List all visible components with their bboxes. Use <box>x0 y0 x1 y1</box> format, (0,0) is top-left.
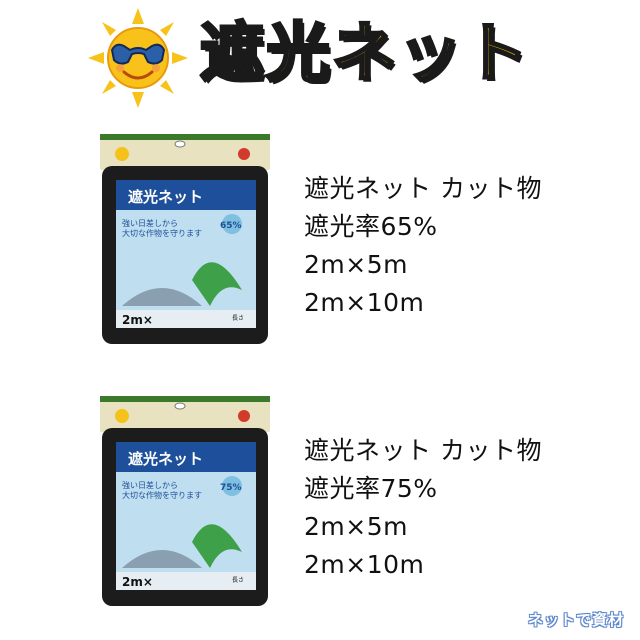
sun-with-sunglasses-icon <box>88 8 188 108</box>
package-tagline-1: 強い日差しから <box>122 218 178 228</box>
product-package-image: 遮光ネット 強い日差しから 大切な作物を守ります 65% 2m× 長さ <box>100 134 270 344</box>
size-option: 2m×10m <box>304 550 425 579</box>
size-option: 2m×5m <box>304 512 408 541</box>
product-card-75: 遮光ネット 強い日差しから 大切な作物を守ります 75% 2m× 長さ 遮光ネッ… <box>0 392 640 612</box>
package-size-label: 2m× <box>122 313 153 327</box>
package-tagline-1: 強い日差しから <box>122 480 178 490</box>
product-info: 遮光ネット カット物 遮光率75% 2m×5m 2m×10m <box>304 432 634 584</box>
package-tagline-2: 大切な作物を守ります <box>122 228 202 238</box>
shade-rate: 遮光率75% <box>304 474 438 503</box>
package-length-label: 長さ <box>232 315 244 322</box>
product-card-65: 遮光ネット 強い日差しから 大切な作物を守ります 65% 2m× 長さ 遮光ネッ… <box>0 130 640 350</box>
product-info: 遮光ネット カット物 遮光率65% 2m×5m 2m×10m <box>304 170 634 322</box>
watermark: ネットで資材 <box>527 611 624 629</box>
package-size-label: 2m× <box>122 575 153 589</box>
shade-rate: 遮光率65% <box>304 212 438 241</box>
package-rate: 65% <box>220 221 242 231</box>
package-tagline-2: 大切な作物を守ります <box>122 490 202 500</box>
header: 遮光ネット <box>0 0 640 110</box>
package-rate: 75% <box>220 483 242 493</box>
product-name: 遮光ネット カット物 <box>304 174 542 203</box>
package-length-label: 長さ <box>232 577 244 584</box>
product-package-image: 遮光ネット 強い日差しから 大切な作物を守ります 75% 2m× 長さ <box>100 396 270 606</box>
size-option: 2m×10m <box>304 288 425 317</box>
package-label: 遮光ネット <box>128 450 203 468</box>
size-option: 2m×5m <box>304 250 408 279</box>
page-title: 遮光ネット <box>199 16 530 93</box>
package-label: 遮光ネット <box>128 188 203 206</box>
product-name: 遮光ネット カット物 <box>304 436 542 465</box>
